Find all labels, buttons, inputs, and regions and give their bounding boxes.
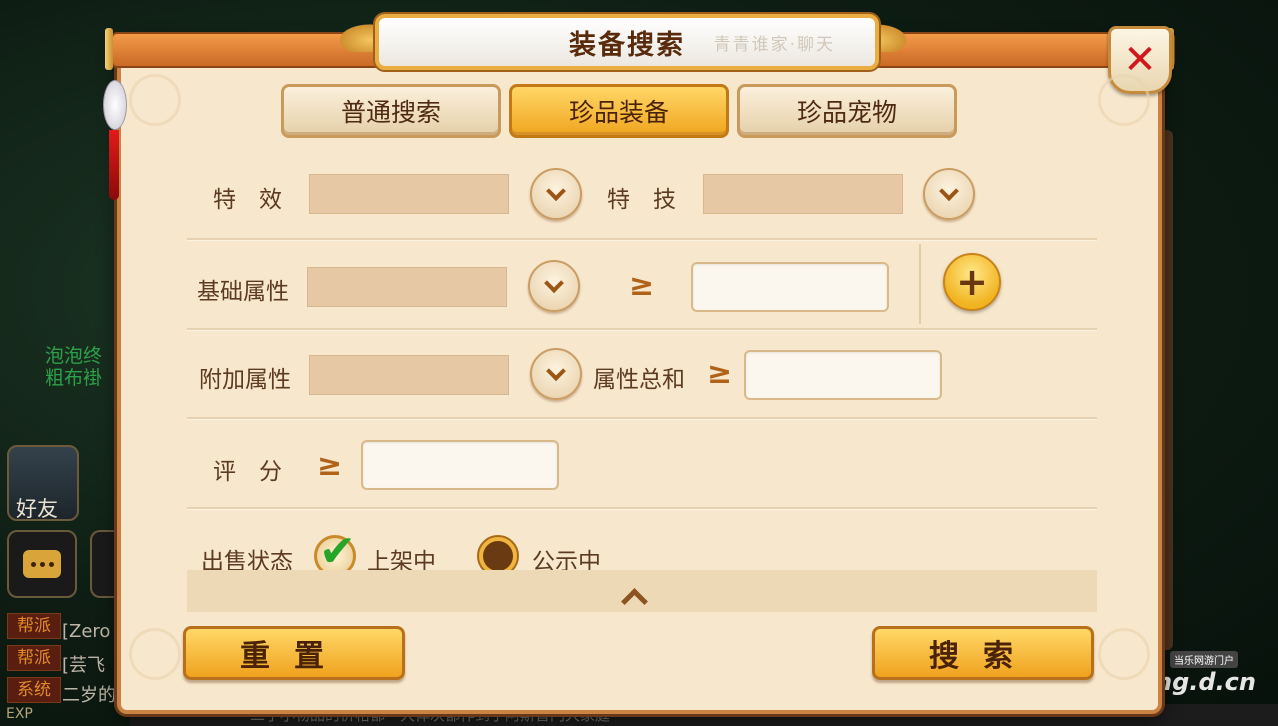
- row-divider: [187, 417, 1097, 420]
- exp-label: EXP: [6, 706, 33, 722]
- effect-dropdown-button[interactable]: [530, 168, 582, 220]
- base-attr-select[interactable]: [307, 267, 507, 307]
- tab-rare-pet[interactable]: 珍品宠物: [737, 84, 957, 138]
- row-divider: [187, 238, 1097, 241]
- gte-icon: ≥: [629, 268, 655, 303]
- reset-button-label: 重置: [240, 639, 348, 674]
- skill-select[interactable]: [703, 174, 903, 214]
- chevron-down-icon: [546, 361, 566, 382]
- friend-label: 好友: [16, 497, 58, 521]
- chevron-down-icon: [939, 181, 959, 202]
- extra-attr-label: 附加属性: [199, 367, 291, 393]
- tab-rare-equipment[interactable]: 珍品装备: [509, 84, 729, 138]
- row-divider: [187, 328, 1097, 331]
- watermark-small: 当乐网游门户: [1170, 651, 1238, 668]
- search-button[interactable]: 搜索: [872, 626, 1094, 680]
- tab-label: 珍品宠物: [796, 98, 897, 127]
- plus-icon: +: [956, 260, 988, 304]
- attr-sum-label: 属性总和: [593, 367, 685, 393]
- jade-pendant-icon: [99, 80, 129, 280]
- extra-attr-select[interactable]: [309, 355, 509, 395]
- add-attribute-button[interactable]: +: [943, 253, 1001, 311]
- base-attr-dropdown-button[interactable]: [528, 260, 580, 312]
- base-attr-label: 基础属性: [197, 279, 289, 305]
- corner-ornament: [1098, 628, 1150, 680]
- reset-button[interactable]: 重置: [183, 626, 405, 680]
- effect-label: 特 效: [213, 187, 282, 213]
- channel-tag: 帮派: [7, 613, 61, 639]
- tab-normal-search[interactable]: 普通搜索: [281, 84, 501, 138]
- tab-label: 普通搜索: [340, 98, 441, 127]
- title-plaque: 装备搜索 青青谁家·聊天: [375, 14, 879, 70]
- tab-label: 珍品装备: [568, 98, 669, 127]
- score-input[interactable]: [361, 440, 559, 490]
- extra-attr-dropdown-button[interactable]: [530, 348, 582, 400]
- title-decoration: 青青谁家·聊天: [713, 35, 835, 55]
- score-label: 评 分: [213, 459, 282, 485]
- corner-ornament: [129, 74, 181, 126]
- corner-ornament: [1098, 74, 1150, 126]
- bg-chat-name-1: 泡泡终: [45, 345, 103, 367]
- bg-chat-name: 泡泡终 粗布褂: [45, 345, 102, 389]
- vertical-separator: [919, 244, 921, 324]
- channel-text: [Zero: [62, 621, 111, 642]
- attr-sum-input[interactable]: [744, 350, 942, 400]
- chat-bubble-icon: [23, 550, 61, 578]
- bg-chat-name-2: 粗布褂: [45, 367, 103, 389]
- channel-text: 二岁的: [62, 685, 116, 706]
- gte-icon: ≥: [707, 356, 733, 391]
- channel-text: [芸飞: [62, 655, 106, 676]
- channel-tag: 帮派: [7, 645, 61, 671]
- row-divider: [187, 507, 1097, 510]
- base-attr-value-input[interactable]: [691, 262, 889, 312]
- chevron-down-icon: [546, 181, 566, 202]
- radio-dot-icon: [483, 541, 513, 571]
- watermark: ng.d.cn: [1155, 668, 1256, 696]
- effect-select[interactable]: [309, 174, 509, 214]
- search-button-label: 搜索: [929, 639, 1037, 674]
- scroll-rod-left: [105, 28, 113, 70]
- gte-icon: ≥: [317, 448, 343, 483]
- skill-dropdown-button[interactable]: [923, 168, 975, 220]
- equipment-search-dialog: 装备搜索 青青谁家·聊天 ✕ 普通搜索 珍品装备 珍品宠物 特 效 特 技 基础…: [103, 14, 1175, 714]
- chevron-down-icon: [544, 273, 564, 294]
- skill-label: 特 技: [607, 187, 676, 213]
- dialog-title: 装备搜索: [569, 29, 685, 61]
- channel-tag: 系统: [7, 677, 61, 703]
- corner-ornament: [129, 628, 181, 680]
- chat-icon[interactable]: [7, 530, 77, 598]
